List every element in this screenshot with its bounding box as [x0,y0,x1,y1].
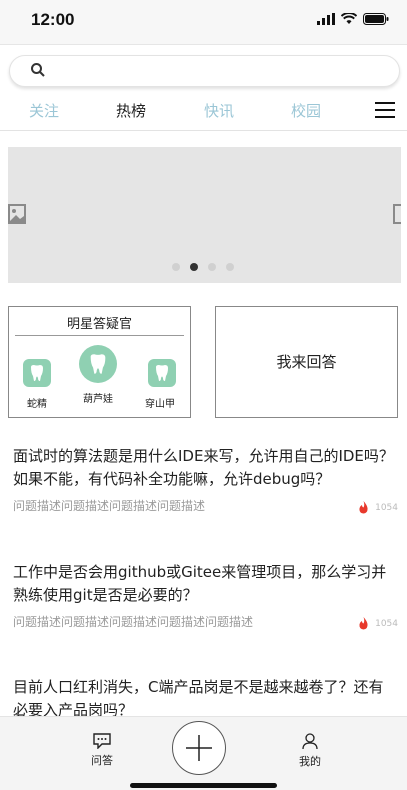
tooth-avatar-icon [79,345,117,383]
bottom-nav: 问答 我的 [0,716,407,790]
signal-icon [317,13,335,25]
chat-icon [93,733,111,750]
add-button[interactable] [172,721,226,775]
plus-icon [186,735,212,761]
carousel-dot[interactable] [172,263,180,271]
star-name: 葫芦娃 [83,394,113,405]
search-icon [30,62,46,82]
user-icon [302,733,318,750]
menu-icon[interactable] [375,102,395,118]
fire-icon [359,501,368,514]
question-title: 面试时的算法题是用什么IDE来写，允许用自己的IDE吗？如果不能，有代码补全功能… [13,447,394,488]
search-bar[interactable] [9,55,400,87]
banner-carousel[interactable] [8,147,401,283]
nav-me-label: 我的 [299,755,321,768]
question-item[interactable]: 面试时的算法题是用什么IDE来写，允许用自己的IDE吗？如果不能，有代码补全功能… [13,445,398,514]
carousel-dot-active[interactable] [190,263,198,271]
carousel-dots[interactable] [172,263,234,271]
carousel-dot[interactable] [208,263,216,271]
top-tabs: 关注 热榜 快讯 校园 [0,94,407,131]
question-desc: 问题描述问题描述问题描述问题描述问题描述 [13,615,254,629]
question-desc: 问题描述问题描述问题描述问题描述 [13,499,206,513]
star-name: 蛇精 [27,399,47,410]
battery-icon [363,13,389,25]
nav-qa-label: 问答 [91,754,113,767]
answer-card-label: 我来回答 [276,353,337,371]
image-placeholder-icon [393,204,401,224]
tab-hot[interactable]: 热榜 [116,100,146,121]
question-title: 工作中是否会用github或Gitee来管理项目，那么学习并熟练使用git是否是… [13,563,387,604]
star-name: 穿山甲 [145,399,175,410]
image-placeholder-icon [8,204,26,224]
star-answerers-card[interactable]: 明星答疑官 蛇精 葫芦娃 穿山甲 [8,306,191,418]
home-indicator [130,783,277,788]
status-bar: 12:00 [0,0,407,45]
hot-value: 1054 [375,618,398,629]
star-item[interactable]: 蛇精 [22,359,52,410]
star-card-title: 明星答疑官 [66,317,132,332]
star-item[interactable]: 葫芦娃 [77,345,119,405]
status-time: 12:00 [31,10,75,29]
nav-qa[interactable]: 问答 [88,733,116,768]
answer-card[interactable]: 我来回答 [215,306,398,418]
wifi-icon [341,13,357,24]
tab-news[interactable]: 快讯 [204,100,234,121]
carousel-dot[interactable] [226,263,234,271]
status-icons [317,13,389,25]
hot-count: 1054 [358,501,398,514]
tooth-avatar-icon [23,359,51,387]
fire-icon [359,617,368,630]
divider [15,335,184,336]
nav-me[interactable]: 我的 [296,733,324,769]
star-item[interactable]: 穿山甲 [145,359,177,410]
question-item[interactable]: 工作中是否会用github或Gitee来管理项目，那么学习并熟练使用git是否是… [13,561,398,630]
hot-count: 1054 [358,617,398,630]
hot-value: 1054 [375,502,398,513]
tab-campus[interactable]: 校园 [291,100,321,121]
tab-follow[interactable]: 关注 [29,100,59,121]
tooth-avatar-icon [148,359,176,387]
